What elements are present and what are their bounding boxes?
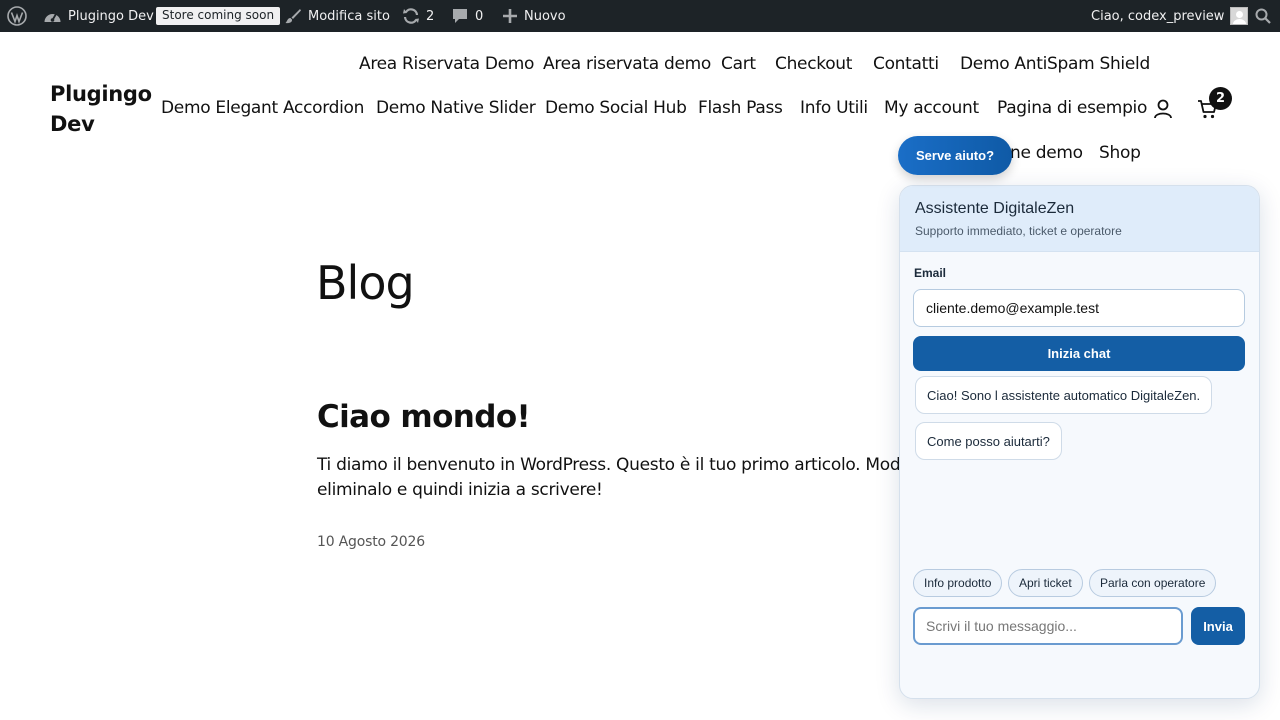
quick-reply-info-prodotto[interactable]: Info prodotto (913, 569, 1003, 597)
new-content-menu[interactable]: Nuovo (502, 0, 566, 32)
post-title-link[interactable]: Ciao mondo! (317, 397, 531, 437)
comment-icon (453, 9, 467, 23)
email-field[interactable] (913, 289, 1245, 327)
nav-item-pagina-di-esempio[interactable]: Pagina di esempio (997, 97, 1147, 119)
account-button[interactable] (1152, 98, 1174, 124)
email-label: Email (914, 266, 947, 280)
chat-title: Assistente DigitaleZen (915, 200, 1075, 217)
plus-icon (503, 9, 517, 23)
avatar (1230, 7, 1249, 25)
update-icon (403, 8, 419, 24)
help-toggle-button[interactable]: Serve aiuto? (898, 136, 1012, 175)
bot-message: Ciao! Sono l assistente automatico Digit… (915, 376, 1213, 414)
wordpress-icon (7, 6, 27, 26)
nav-item-cart[interactable]: Cart (721, 53, 756, 75)
post-excerpt: Ti diamo il benvenuto in WordPress. Ques… (317, 453, 937, 503)
site-title[interactable]: Plugingo Dev (50, 79, 160, 139)
nav-item-demo-social-hub[interactable]: Demo Social Hub (545, 97, 687, 119)
store-badge-label: Store coming soon (156, 7, 281, 25)
nav-item-flash-pass[interactable]: Flash Pass (698, 97, 783, 119)
brush-icon (285, 9, 301, 24)
wordpress-logo-button[interactable] (7, 0, 27, 32)
message-input[interactable] (913, 607, 1183, 645)
chat-header: Assistente DigitaleZen Supporto immediat… (900, 186, 1259, 252)
nav-item-info-utili[interactable]: Info Utili (800, 97, 868, 119)
site-name-label: Plugingo Dev (68, 8, 154, 24)
updates-link[interactable]: 2 (402, 0, 434, 32)
nav-item-demo-antispam-shield[interactable]: Demo AntiSpam Shield (960, 53, 1150, 75)
store-status-badge[interactable]: Store coming soon (156, 0, 281, 32)
nav-item-contatti[interactable]: Contatti (873, 53, 939, 75)
admin-bar: Plugingo Dev Store coming soon Modifica … (0, 0, 1280, 32)
nav-item-partial-demo[interactable]: ne demo (1010, 142, 1083, 164)
post-date: 10 Agosto 2026 (317, 534, 425, 550)
cart-count-badge: 2 (1209, 87, 1232, 110)
nav-item-demo-elegant-accordion[interactable]: Demo Elegant Accordion (161, 97, 364, 119)
quick-reply-parla-con-operatore[interactable]: Parla con operatore (1089, 569, 1217, 597)
comments-count: 0 (475, 8, 484, 24)
edit-site-label: Modifica sito (308, 8, 390, 24)
dashboard-icon (44, 13, 61, 22)
edit-site-link[interactable]: Modifica sito (284, 0, 390, 32)
nav-item-area-riservata-demo-2[interactable]: Area riservata demo (543, 53, 711, 75)
post-excerpt-line-1: Ti diamo il benvenuto in WordPress. Ques… (317, 455, 935, 475)
send-button[interactable]: Invia (1191, 607, 1245, 645)
greeting-label: Ciao, codex_preview (1091, 8, 1225, 24)
user-icon (1154, 99, 1172, 119)
site-name-menu[interactable]: Plugingo Dev (43, 0, 154, 32)
nav-item-checkout[interactable]: Checkout (775, 53, 852, 75)
quick-reply-apri-ticket[interactable]: Apri ticket (1008, 569, 1083, 597)
bot-message: Come posso aiutarti? (915, 422, 1062, 460)
new-content-label: Nuovo (524, 8, 566, 24)
page-title: Blog (316, 256, 415, 310)
my-account-menu[interactable]: Ciao, codex_preview (1091, 0, 1249, 32)
chat-subtitle: Supporto immediato, ticket e operatore (915, 224, 1122, 238)
chat-widget: Assistente DigitaleZen Supporto immediat… (899, 185, 1260, 699)
nav-item-demo-native-slider[interactable]: Demo Native Slider (376, 97, 536, 119)
comments-link[interactable]: 0 (451, 0, 483, 32)
updates-count: 2 (426, 8, 435, 24)
post-excerpt-line-2: eliminalo e quindi inizia a scrivere! (317, 480, 603, 500)
start-chat-button[interactable]: Inizia chat (913, 336, 1245, 371)
nav-item-shop[interactable]: Shop (1099, 142, 1141, 164)
nav-item-area-riservata-demo[interactable]: Area Riservata Demo (359, 53, 534, 75)
nav-item-my-account[interactable]: My account (884, 97, 979, 119)
search-icon (1255, 8, 1271, 24)
search-button[interactable] (1255, 0, 1271, 32)
